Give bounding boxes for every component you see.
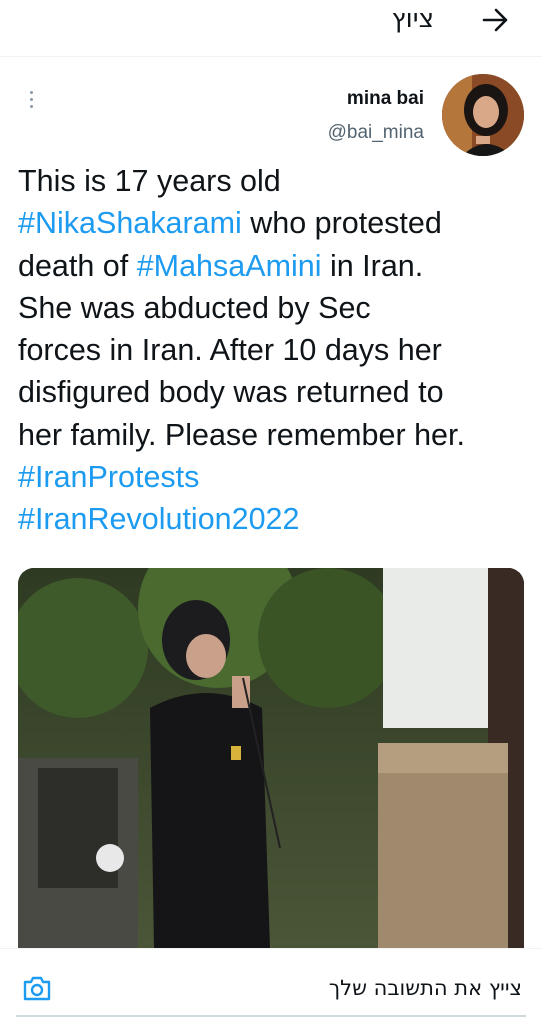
- back-button[interactable]: [476, 2, 516, 38]
- more-options-button[interactable]: [18, 86, 44, 112]
- tweet-text-line: She was abducted by Sec: [18, 287, 523, 329]
- avatar[interactable]: [442, 74, 524, 156]
- hashtag-link[interactable]: #NikaShakarami: [18, 206, 242, 240]
- tweet-text-segment: She was abducted by Sec: [18, 290, 371, 325]
- tweet-text-segment: who protested: [241, 206, 442, 241]
- tweet-text-segment: in Iran.: [321, 248, 424, 283]
- hashtag-link[interactable]: #IranRevolution2022: [18, 502, 300, 536]
- page-title: ציוץ: [391, 4, 434, 34]
- tweet-text-line: her family. Please remember her.: [18, 414, 523, 456]
- tweet-text-line: death of #MahsaAmini in Iran.: [18, 245, 523, 287]
- author-handle[interactable]: @bai_mina: [328, 120, 424, 146]
- tweet-text-segment: death of: [18, 248, 137, 283]
- camera-icon: [23, 976, 51, 1001]
- tweet-text-segment: forces in Iran. After 10 days her: [18, 333, 442, 368]
- tweet-text-segment: her family. Please remember her.: [18, 417, 465, 452]
- tweet-text-line: #NikaShakarami who protested: [18, 202, 523, 244]
- tweet-text-line: disfigured body was returned to: [18, 371, 523, 413]
- top-bar: ציוץ: [0, 0, 542, 57]
- reply-input-underline: [16, 1015, 526, 1017]
- avatar-image: [442, 74, 524, 156]
- more-vertical-icon: [29, 89, 33, 110]
- tweet-text-line: #IranProtests: [18, 456, 523, 498]
- hashtag-link[interactable]: #MahsaAmini: [137, 249, 322, 283]
- reply-bar: [0, 948, 542, 1025]
- hashtag-link[interactable]: #IranProtests: [18, 460, 199, 494]
- author-info[interactable]: mina bai @bai_mina: [328, 86, 424, 146]
- author-name[interactable]: mina bai: [328, 86, 424, 112]
- tweet-text-line: forces in Iran. After 10 days her: [18, 329, 523, 371]
- tweet-text: This is 17 years old #NikaShakarami who p…: [18, 160, 523, 541]
- arrow-right-icon: [482, 8, 508, 32]
- camera-button[interactable]: [20, 973, 54, 1003]
- tweet-media[interactable]: [18, 568, 524, 948]
- tweet-text-line: #IranRevolution2022: [18, 498, 523, 540]
- tweet-text-segment: This is 17 years old: [18, 164, 281, 198]
- tweet-photo: [18, 568, 524, 948]
- tweet-text-segment: disfigured body was returned to: [18, 375, 444, 410]
- tweet-text-line: This is 17 years old: [18, 160, 523, 202]
- reply-input[interactable]: [80, 967, 524, 1009]
